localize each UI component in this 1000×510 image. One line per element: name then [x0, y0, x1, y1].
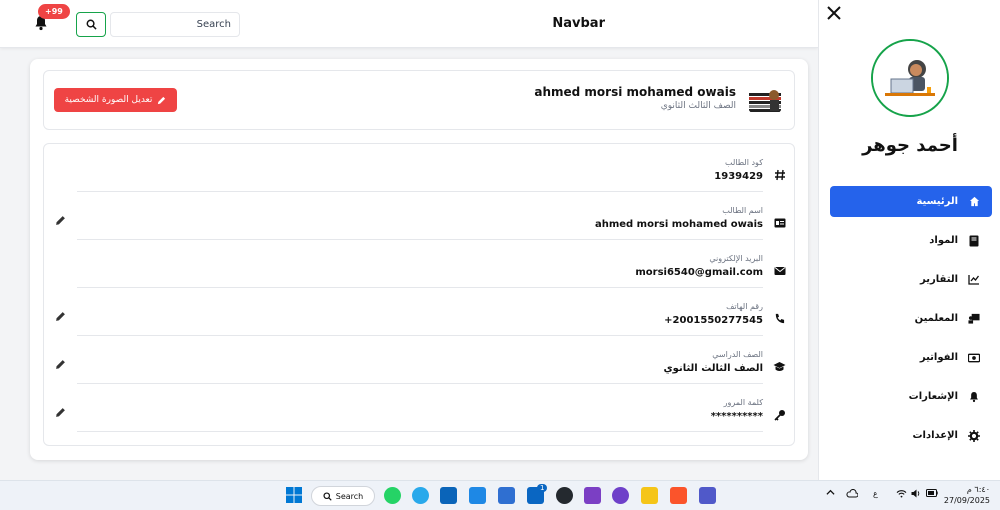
search-button[interactable] [76, 12, 106, 37]
sidebar-item-label: الإشعارات [908, 391, 958, 402]
clock-date: 27/09/2025 [943, 496, 990, 505]
profile-name: ahmed morsi mohamed owais [534, 85, 736, 99]
book-icon [968, 235, 980, 247]
profile-grade: الصف الثالث الثانوي [660, 101, 736, 111]
taskbar-clock[interactable]: ٦:٤٠ م 27/09/2025 [944, 484, 990, 506]
edit-profile-photo-label: تعديل الصورة الشخصية [64, 95, 153, 105]
edit-grade-pencil-icon[interactable] [54, 358, 67, 371]
linkedin-badge: 1 [537, 484, 548, 492]
detail-label: الصف الدراسي [712, 350, 763, 359]
edit-profile-photo-button[interactable]: تعديل الصورة الشخصية [54, 88, 177, 112]
battery-icon[interactable] [926, 489, 938, 499]
teams-icon[interactable] [699, 487, 716, 504]
detail-row-grade: الصف الدراسي الصف الثالث الثانوي [44, 336, 796, 384]
detail-value: ********** [710, 411, 763, 422]
navbar-title: Navbar [552, 16, 605, 31]
envelope-icon [773, 264, 786, 277]
sidebar-item-label: الإعدادات [912, 430, 958, 441]
sidebar: أحمد جوهر الرئيسية المواد التقارير المعل… [818, 0, 1000, 480]
chevron-up-icon[interactable] [826, 488, 835, 499]
sidebar-item-label: المواد [929, 235, 958, 246]
pencil-icon [158, 96, 166, 104]
github-icon[interactable] [556, 487, 573, 504]
detail-value: ahmed morsi mohamed owais [594, 219, 763, 230]
search-input[interactable] [110, 12, 240, 37]
database-icon[interactable] [498, 487, 515, 504]
search-icon [86, 19, 97, 30]
profile-info: ahmed morsi mohamed owais الصف الثالث ال… [534, 85, 736, 111]
github-desktop-icon[interactable] [612, 487, 629, 504]
gear-icon [968, 429, 980, 442]
detail-value: +2001550277545 [664, 315, 763, 326]
graduation-cap-icon [773, 360, 786, 373]
windows-start-icon[interactable] [286, 487, 303, 504]
detail-label: اسم الطالب [722, 206, 763, 215]
detail-label: رقم الهاتف [726, 302, 763, 311]
vscode-icon[interactable] [469, 487, 486, 504]
sidebar-item-subjects[interactable]: المواد [830, 225, 992, 256]
profile-avatar[interactable] [746, 81, 784, 119]
sidebar-menu: الرئيسية المواد التقارير المعلمين الفوات… [830, 186, 992, 459]
brave-browser-icon[interactable] [670, 487, 687, 504]
sidebar-user-avatar[interactable] [871, 39, 949, 117]
key-icon [773, 408, 786, 421]
taskbar-search[interactable]: Search [311, 486, 375, 506]
wifi-icon[interactable] [896, 489, 907, 500]
sidebar-item-reports[interactable]: التقارير [830, 264, 992, 295]
edit-name-pencil-icon[interactable] [54, 214, 67, 227]
detail-label: البريد الإلكتروني [709, 254, 763, 263]
outlook-icon[interactable] [440, 487, 457, 504]
edit-phone-pencil-icon[interactable] [54, 310, 67, 323]
detail-row-email: البريد الإلكتروني morsi6540@gmail.com [44, 240, 796, 288]
sidebar-user-name: أحمد جوهر [862, 135, 958, 156]
detail-value: morsi6540@gmail.com [635, 267, 763, 278]
top-navbar: +99 Navbar [0, 0, 818, 48]
chart-line-icon [968, 274, 980, 286]
student-details-card: كود الطالب 1939429 اسم الطالب ahmed mors… [43, 143, 795, 446]
close-sidebar-icon[interactable] [825, 4, 843, 22]
telegram-icon[interactable] [412, 487, 429, 504]
sidebar-item-notifications[interactable]: الإشعارات [830, 381, 992, 412]
home-icon [968, 196, 980, 208]
whatsapp-icon[interactable] [384, 487, 401, 504]
cloud-icon[interactable] [846, 488, 859, 500]
sidebar-item-home[interactable]: الرئيسية [830, 186, 992, 217]
sidebar-item-invoices[interactable]: الفواتير [830, 342, 992, 373]
sidebar-item-label: الرئيسية [916, 196, 958, 207]
sidebar-item-label: الفواتير [919, 352, 958, 363]
search-icon [323, 491, 332, 501]
bell-icon [968, 391, 980, 403]
notification-count-badge: +99 [38, 4, 70, 19]
volume-icon[interactable] [911, 489, 921, 500]
detail-row-student-code: كود الطالب 1939429 [44, 144, 796, 192]
sidebar-item-teachers[interactable]: المعلمين [830, 303, 992, 334]
detail-value: الصف الثالث الثانوي [663, 363, 763, 374]
money-bill-icon [968, 352, 980, 364]
detail-row-student-name: اسم الطالب ahmed morsi mohamed owais [44, 192, 796, 240]
edit-password-pencil-icon[interactable] [54, 406, 67, 419]
clock-time: ٦:٤٠ م [966, 485, 990, 494]
id-card-icon [773, 216, 786, 229]
detail-label: كود الطالب [725, 158, 763, 167]
file-explorer-icon[interactable] [641, 487, 658, 504]
detail-label: كلمة المرور [723, 398, 763, 407]
phone-icon [773, 312, 786, 325]
language-indicator[interactable]: ع [873, 489, 878, 498]
detail-row-password: كلمة المرور ********** [44, 384, 796, 432]
taskbar-search-label: Search [335, 491, 364, 501]
sidebar-item-settings[interactable]: الإعدادات [830, 420, 992, 451]
divider [77, 431, 763, 432]
windows-taskbar: Search 1 ع ٦:٤٠ م 27/09/2025 [0, 480, 1000, 510]
visual-studio-icon[interactable] [584, 487, 601, 504]
sidebar-item-label: المعلمين [914, 313, 958, 324]
sidebar-item-label: التقارير [920, 274, 958, 285]
hash-icon [773, 168, 786, 181]
detail-value: 1939429 [714, 171, 763, 182]
profile-page-card: تعديل الصورة الشخصية ahmed morsi mohamed… [30, 59, 808, 460]
detail-row-phone: رقم الهاتف +2001550277545 [44, 288, 796, 336]
teacher-icon [968, 313, 980, 325]
profile-header-card: تعديل الصورة الشخصية ahmed morsi mohamed… [43, 70, 795, 130]
